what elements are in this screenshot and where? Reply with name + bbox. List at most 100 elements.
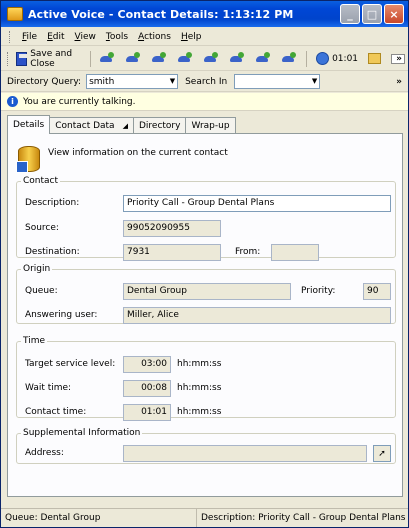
origin-group: Origin Queue: Dental Group Priority: 90 …	[16, 264, 396, 324]
tab-contact-data-label: Contact Data	[55, 121, 115, 131]
search-in-label: Search In	[185, 76, 228, 87]
address-field	[123, 445, 367, 462]
address-label: Address:	[25, 448, 64, 458]
time-group: Time Target service level: 03:00 hh:mm:s…	[16, 336, 396, 421]
menu-view[interactable]: View	[75, 32, 96, 42]
menu-bar: File Edit View Tools Actions Help	[1, 28, 408, 46]
wait-time-field: 00:08	[123, 380, 171, 397]
app-icon	[7, 7, 23, 21]
menu-edit[interactable]: Edit	[47, 32, 64, 42]
contact-time-unit: hh:mm:ss	[177, 407, 222, 417]
transfer-call-icon	[151, 51, 167, 66]
chevron-down-icon[interactable]: ◢	[123, 122, 128, 130]
origin-group-legend: Origin	[23, 264, 51, 274]
queue-field: Dental Group	[123, 283, 291, 300]
toolbar-separator	[306, 50, 308, 67]
tab-wrap-up[interactable]: Wrap-up	[185, 117, 236, 134]
status-notification: i You are currently talking.	[1, 93, 408, 111]
contact-database-icon	[16, 146, 40, 173]
status-notification-text: You are currently talking.	[23, 96, 136, 107]
title-bar[interactable]: Active Voice - Contact Details: 1:13:12 …	[1, 1, 408, 27]
target-service-level-field: 03:00	[123, 356, 171, 373]
target-service-level-label: Target service level:	[25, 359, 116, 369]
answering-user-field: Miller, Alice	[123, 307, 391, 324]
details-panel: View information on the current contact …	[7, 133, 403, 497]
from-field	[271, 244, 319, 261]
save-icon	[16, 51, 28, 66]
contact-group-legend: Contact	[23, 176, 59, 186]
notes-icon	[368, 53, 382, 64]
hold-call-button[interactable]	[122, 50, 144, 68]
description-field[interactable]: Priority Call - Group Dental Plans	[123, 195, 391, 212]
chevron-down-icon[interactable]: ▼	[170, 77, 175, 85]
directory-query-bar: Directory Query: smith ▼ Search In ▼ »	[1, 72, 408, 92]
source-label: Source:	[25, 223, 59, 233]
answering-user-label: Answering user:	[25, 310, 98, 320]
status-queue: Queue: Dental Group	[1, 509, 197, 527]
address-lookup-button[interactable]: ➚	[373, 445, 391, 462]
record-call-button[interactable]	[252, 50, 274, 68]
details-intro-text: View information on the current contact	[48, 148, 228, 158]
window-title: Active Voice - Contact Details: 1:13:12 …	[28, 7, 294, 21]
wait-time-unit: hh:mm:ss	[177, 383, 222, 393]
from-label: From:	[235, 247, 261, 257]
toolbar-separator	[89, 50, 91, 67]
chevron-down-icon[interactable]: ▼	[312, 77, 317, 85]
search-in-combo[interactable]: ▼	[234, 74, 321, 89]
tab-directory[interactable]: Directory	[132, 117, 187, 134]
consult-call-button[interactable]	[200, 50, 222, 68]
answer-call-button[interactable]	[96, 50, 118, 68]
supplemental-group-legend: Supplemental Information	[23, 428, 141, 438]
supplemental-group: Supplemental Information Address: ➚	[16, 428, 396, 464]
window-controls: _ □ ×	[340, 4, 404, 24]
timer-icon	[316, 52, 330, 65]
tab-strip: Details Contact Data ◢ Directory Wrap-up	[7, 115, 236, 134]
transfer-call-button[interactable]	[148, 50, 170, 68]
save-and-close-button[interactable]: Save and Close	[13, 47, 83, 71]
toolbar-grip[interactable]	[7, 51, 9, 66]
notes-button[interactable]	[365, 51, 384, 66]
status-bar: Queue: Dental Group Description: Priorit…	[1, 508, 408, 527]
menu-help[interactable]: Help	[181, 32, 202, 42]
source-field: 99052090955	[123, 220, 221, 237]
time-group-legend: Time	[23, 336, 46, 346]
hangup-call-button[interactable]	[278, 50, 300, 68]
priority-field: 90	[363, 283, 391, 300]
contact-time-label: Contact time:	[25, 407, 87, 417]
querybar-overflow-icon[interactable]: »	[396, 77, 402, 87]
contact-details-window: Active Voice - Contact Details: 1:13:12 …	[0, 0, 409, 528]
wait-time-label: Wait time:	[25, 383, 72, 393]
menu-file[interactable]: File	[22, 32, 37, 42]
target-service-level-unit: hh:mm:ss	[177, 359, 222, 369]
conference-call-button[interactable]	[174, 50, 196, 68]
record-call-icon	[255, 51, 271, 66]
hold-call-icon	[125, 51, 141, 66]
forward-call-icon	[229, 51, 245, 66]
maximize-button[interactable]: □	[362, 4, 382, 24]
open-address-icon: ➚	[378, 448, 386, 459]
conference-call-icon	[177, 51, 193, 66]
forward-call-button[interactable]	[226, 50, 248, 68]
minimize-button[interactable]: _	[340, 4, 360, 24]
menu-tools[interactable]: Tools	[106, 32, 128, 42]
queue-label: Queue:	[25, 286, 58, 296]
directory-query-combo[interactable]: smith ▼	[86, 74, 179, 89]
contact-group: Contact Description: Priority Call - Gro…	[16, 176, 396, 261]
contact-time-field: 01:01	[123, 404, 171, 421]
tab-details[interactable]: Details	[7, 115, 51, 134]
call-timer[interactable]: 01:01	[313, 50, 361, 67]
call-timer-value: 01:01	[332, 53, 359, 64]
hangup-call-icon	[281, 51, 297, 66]
destination-field: 7931	[123, 244, 221, 261]
toolbar-overflow-icon[interactable]: »	[396, 54, 402, 64]
menu-actions[interactable]: Actions	[138, 32, 171, 42]
close-button[interactable]: ×	[384, 4, 404, 24]
toolbar: Save and Close 01:01 »	[1, 47, 408, 71]
directory-query-value: smith	[89, 76, 115, 87]
menu-grip[interactable]	[9, 30, 12, 43]
priority-label: Priority:	[301, 286, 336, 296]
tab-contact-data[interactable]: Contact Data ◢	[49, 117, 134, 134]
save-and-close-label: Save and Close	[30, 48, 73, 69]
details-intro: View information on the current contact	[16, 146, 228, 173]
destination-label: Destination:	[25, 247, 80, 257]
